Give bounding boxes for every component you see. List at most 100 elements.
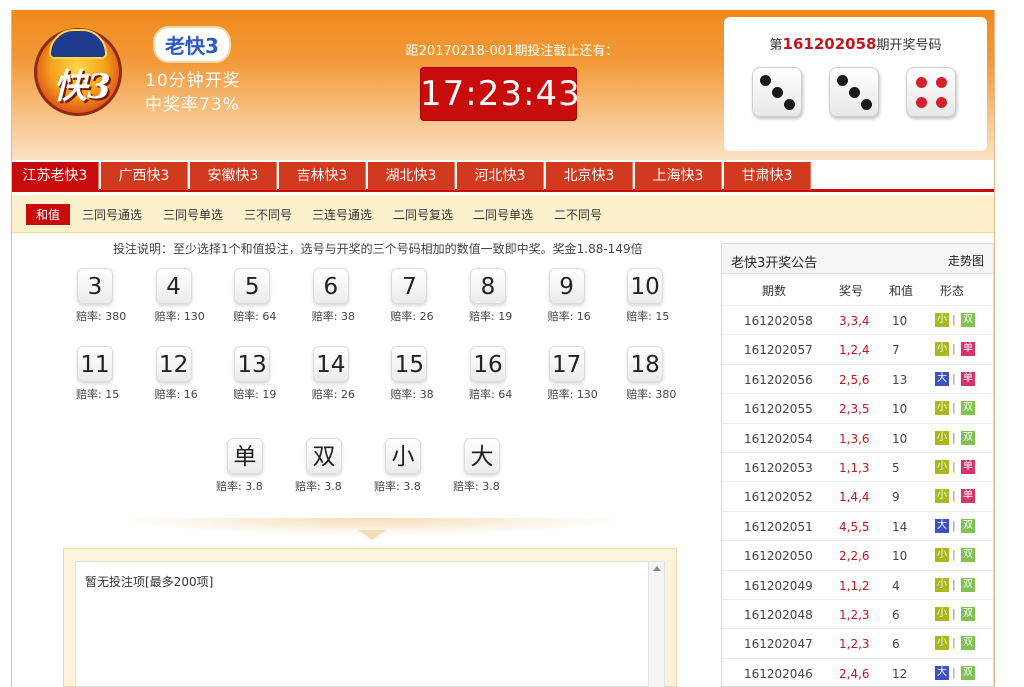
tab-lottery-0[interactable]: 江苏老快3: [12, 162, 99, 190]
sum-bet-button[interactable]: 10: [627, 268, 664, 304]
column-header: 和值: [889, 284, 914, 298]
die-icon: [752, 67, 802, 117]
logo-cap-icon: [49, 29, 107, 59]
badge-separator: |: [952, 371, 956, 385]
badge-separator: |: [952, 665, 956, 679]
sum-bet-button[interactable]: 5: [234, 268, 271, 304]
play-type-tabs: 和值 三同号通选 三同号单选 三不同号 三连号通选 二同号复选 二同号单选 二不同号: [12, 195, 994, 233]
tab-lottery-3[interactable]: 吉林快3: [279, 162, 366, 190]
sum-bet-button[interactable]: 3: [77, 268, 113, 304]
sum-bet-button[interactable]: 11: [77, 346, 113, 382]
tab-lottery-7[interactable]: 上海快3: [635, 162, 722, 190]
countdown-timer: 17:23:43: [420, 67, 580, 121]
sum-bet-odds: 赔率: 380: [626, 388, 677, 401]
sum-bet-odds: 赔率: 64: [469, 388, 513, 401]
result-numbers: 2,3,5: [839, 402, 870, 417]
sum-bet-button[interactable]: 8: [470, 268, 506, 304]
badge-separator: |: [952, 577, 956, 591]
sum-bet-button[interactable]: 15: [391, 346, 428, 382]
tab-lottery-1[interactable]: 广西快3: [101, 162, 188, 190]
result-sum: 10: [892, 402, 908, 417]
app-frame: 快3 老快3 10分钟开奖 中奖率73% 距20170218-001期投注截止还…: [0, 0, 1024, 687]
tab-lottery-6[interactable]: 北京快3: [546, 162, 633, 190]
trend-chart-link[interactable]: 走势图: [948, 252, 984, 269]
tab-lottery-8[interactable]: 甘肃快3: [724, 162, 811, 190]
tab-play-2[interactable]: 三同号单选: [163, 206, 223, 223]
type-bet-button[interactable]: 大: [464, 438, 500, 474]
tab-play-5[interactable]: 二同号复选: [393, 206, 453, 223]
result-issue: 161202055: [744, 402, 813, 417]
bet-list-placeholder: 暂无投注项[最多200项]: [85, 575, 214, 589]
sum-bet-odds: 赔率: 16: [547, 310, 591, 323]
die-pip: [936, 97, 947, 108]
bet-list-box[interactable]: 暂无投注项[最多200项]: [75, 561, 665, 687]
sum-bet-odds: 赔率: 15: [626, 310, 670, 323]
parity-badge: 双: [961, 665, 975, 680]
result-row: 161202058 3,3,4 10 小 | 双: [722, 305, 993, 334]
sum-bet-odds: 赔率: 15: [76, 388, 120, 401]
sum-bet-button[interactable]: 7: [391, 268, 428, 304]
result-row: 161202049 1,1,2 4 小 | 双: [722, 569, 993, 599]
tab-lottery-2[interactable]: 安徽快3: [190, 162, 277, 190]
type-bet-button[interactable]: 小: [385, 438, 421, 474]
sum-bet-button[interactable]: 13: [234, 346, 271, 382]
badge-separator: |: [952, 430, 956, 444]
size-badge: 小: [935, 577, 949, 592]
tab-lottery-5[interactable]: 河北快3: [457, 162, 544, 190]
die-pip: [916, 97, 927, 108]
sum-bet-button[interactable]: 17: [548, 346, 585, 382]
lottery-tabs: 江苏老快3 广西快3 安徽快3 吉林快3 湖北快3 河北快3 北京快3 上海快3 甘肃快3: [12, 160, 994, 192]
result-numbers: 1,2,3: [839, 637, 870, 652]
sum-bet-button[interactable]: 6: [312, 268, 349, 304]
badge-separator: |: [952, 607, 956, 620]
scroll-up-arrow-icon[interactable]: [653, 566, 661, 571]
result-issue: 161202051: [744, 519, 813, 534]
result-row: 161202052 1,4,4 9 小 | 单: [722, 481, 993, 510]
type-bet-button[interactable]: 单: [227, 438, 263, 474]
tab-play-0[interactable]: 和值: [26, 204, 71, 225]
sum-bet-button[interactable]: 18: [627, 346, 664, 382]
result-sum: 10: [892, 314, 908, 328]
result-row: 161202046 2,4,6 12 大 | 双: [722, 657, 993, 687]
die-icon: [906, 67, 956, 117]
result-numbers: 1,2,3: [839, 608, 870, 622]
tab-play-3[interactable]: 三不同号: [244, 206, 292, 223]
type-bet-button[interactable]: 双: [306, 438, 342, 474]
size-badge: 小: [935, 313, 949, 327]
size-badge: 小: [935, 401, 949, 416]
latest-draw-panel: 第161202058期开奖号码: [724, 17, 987, 151]
die-pip: [772, 87, 783, 98]
sum-bet-button[interactable]: 14: [312, 346, 349, 382]
draw-prefix: 第: [769, 38, 783, 53]
tab-lottery-4[interactable]: 湖北快3: [368, 162, 455, 190]
result-row: 161202057 1,2,4 7 小 | 单: [722, 334, 993, 363]
die-icon: [829, 67, 879, 117]
result-sum: 6: [892, 608, 900, 622]
tab-play-4[interactable]: 三连号通选: [312, 206, 372, 223]
bet-list-scrollbar[interactable]: [648, 562, 664, 687]
sum-bet-button[interactable]: 12: [155, 346, 192, 382]
right-border: [994, 10, 995, 687]
tab-play-7[interactable]: 二不同号: [554, 206, 602, 223]
sum-bet-odds: 赔率: 38: [390, 388, 434, 401]
sum-bet-odds: 赔率: 38: [311, 310, 355, 323]
tab-play-1[interactable]: 三同号通选: [82, 206, 142, 223]
badge-separator: |: [952, 518, 956, 532]
result-issue: 161202046: [744, 666, 813, 681]
result-numbers: 1,4,4: [839, 490, 870, 505]
logo-text: 快3: [53, 67, 111, 107]
result-numbers: 2,2,6: [839, 549, 870, 564]
result-sum: 13: [892, 372, 908, 387]
sum-bet-button[interactable]: 16: [470, 346, 506, 382]
size-badge: 小: [935, 489, 949, 504]
result-row: 161202047 1,2,3 6 小 | 双: [722, 628, 993, 657]
divider-notch: [358, 530, 386, 540]
parity-badge: 双: [961, 577, 975, 592]
latest-draw-title: 第161202058期开奖号码: [724, 34, 987, 53]
sum-bet-button[interactable]: 9: [548, 268, 585, 304]
draw-results-panel: 老快3开奖公告 走势图 期数 奖号 和值 形态 161202058 3,3,4 10 小 | 双 1…: [721, 243, 994, 687]
sum-bet-button[interactable]: 4: [155, 268, 192, 304]
result-issue: 161202053: [744, 461, 813, 475]
result-issue: 161202057: [744, 343, 813, 358]
tab-play-6[interactable]: 二同号单选: [473, 206, 533, 223]
